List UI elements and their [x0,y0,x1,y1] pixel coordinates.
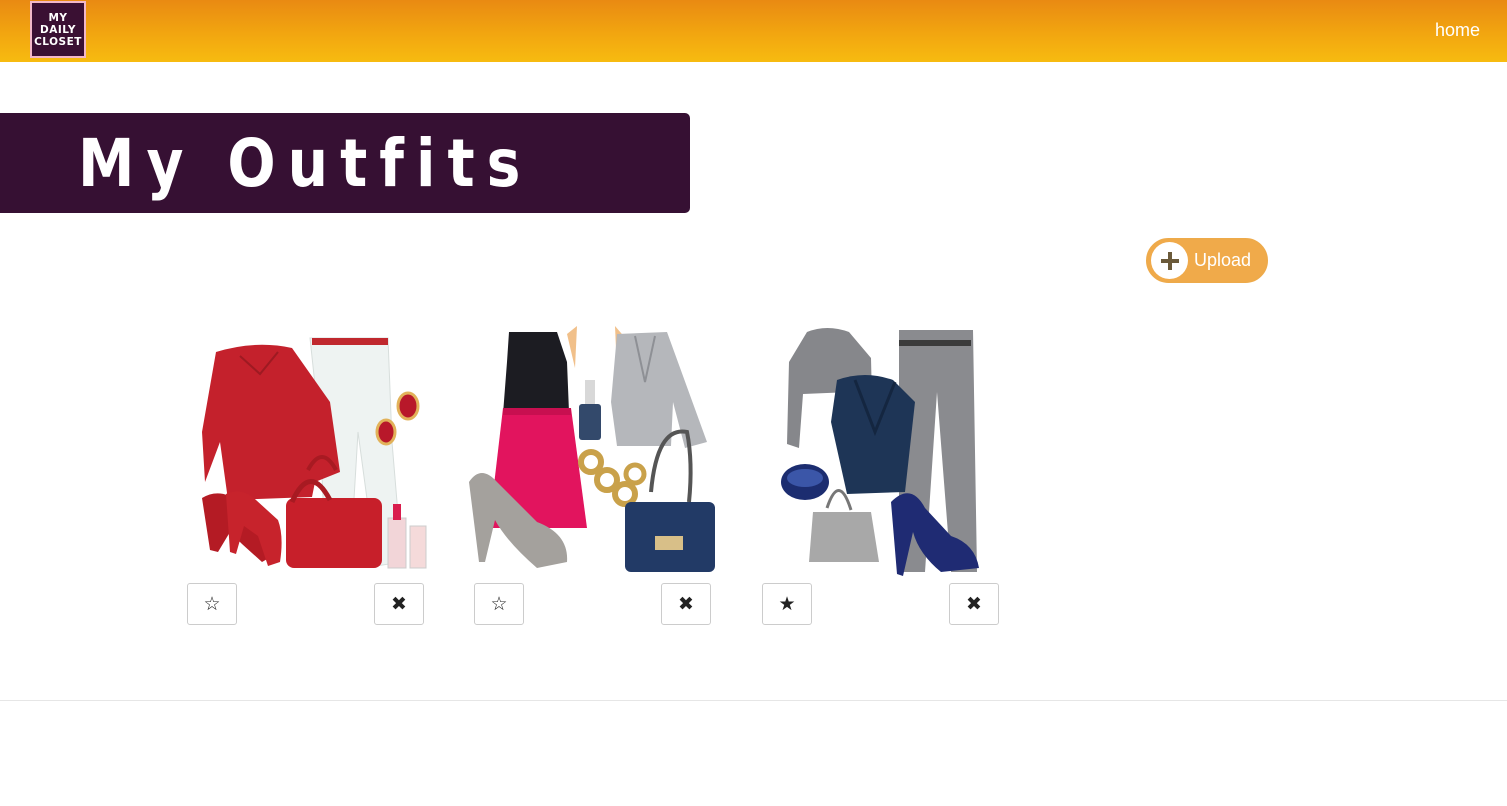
page-title: My Outfits [78,125,533,202]
close-icon: ✖ [966,593,982,615]
favorite-button[interactable]: ☆ [474,583,524,625]
delete-button[interactable]: ✖ [374,583,424,625]
title-banner: My Outfits [0,113,690,213]
footer-divider [0,700,1507,701]
upload-button[interactable]: Upload [1146,238,1268,283]
outfit-image[interactable] [180,322,442,578]
outfit-card: ★ ✖ [755,322,1017,626]
delete-button[interactable]: ✖ [661,583,711,625]
outfit-image[interactable] [755,322,1017,578]
top-navbar: MY DAILY CLOSET home [0,0,1507,62]
delete-button[interactable]: ✖ [949,583,999,625]
logo-line-2: DAILY [40,23,76,36]
upload-label: Upload [1194,250,1252,270]
outfit-image[interactable] [467,322,729,578]
nav-home-link[interactable]: home [1435,20,1480,41]
favorite-button[interactable]: ☆ [187,583,237,625]
close-icon: ✖ [678,593,694,615]
close-icon: ✖ [391,593,407,615]
logo-line-3: CLOSET [34,35,82,48]
outfit-card: ☆ ✖ [180,322,442,626]
favorite-button[interactable]: ★ [762,583,812,625]
star-outline-icon: ☆ [203,593,221,615]
plus-icon [1151,242,1188,279]
logo-line-1: MY [48,11,68,24]
star-outline-icon: ☆ [490,593,508,615]
site-logo[interactable]: MY DAILY CLOSET [30,1,86,58]
star-filled-icon: ★ [778,593,796,615]
outfit-card: ☆ ✖ [467,322,729,626]
